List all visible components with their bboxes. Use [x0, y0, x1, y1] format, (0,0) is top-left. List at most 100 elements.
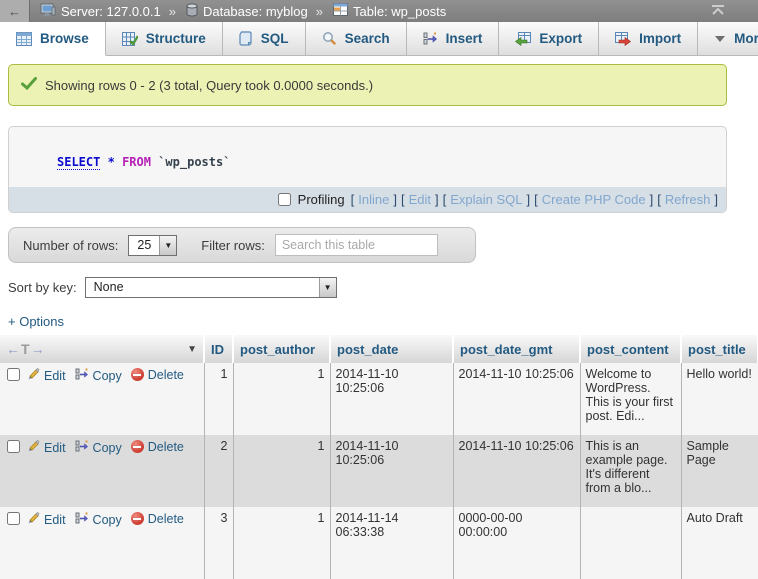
cell-post-title: Sample Page: [681, 435, 758, 507]
refresh-link[interactable]: Refresh: [665, 192, 711, 207]
row-actions: Edit Copy Delete: [0, 363, 204, 435]
inline-link[interactable]: Inline: [358, 192, 389, 207]
cell-post-title: Auto Draft: [681, 507, 758, 579]
explain-sql-link[interactable]: Explain SQL: [450, 192, 522, 207]
tab-browse[interactable]: Browse: [0, 22, 106, 56]
breadcrumb-table[interactable]: Table: wp_posts: [333, 3, 446, 19]
edit-row-link[interactable]: Edit: [44, 369, 66, 383]
delete-row-link[interactable]: Delete: [148, 440, 184, 454]
tab-label: Search: [345, 31, 390, 46]
options-toggle-link[interactable]: + Options: [8, 314, 64, 329]
database-icon: [186, 3, 198, 20]
delete-icon: [131, 368, 144, 381]
chevron-down-icon: ▼: [159, 236, 176, 255]
copy-icon: [75, 439, 89, 456]
filter-rows-label: Filter rows:: [201, 238, 265, 253]
row-actions: Edit Copy Delete: [0, 435, 204, 507]
results-controls-bar: Number of rows: 25 ▼ Filter rows:: [8, 227, 476, 263]
copy-row-link[interactable]: Copy: [93, 441, 122, 455]
cell-post-date: 2014-11-10 10:25:06: [330, 435, 453, 507]
results-table: ←T→ ▼ ID post_author post_date post_date…: [0, 335, 758, 579]
cell-post-date-gmt: 2014-11-10 10:25:06: [453, 435, 580, 507]
profiling-checkbox[interactable]: [278, 193, 291, 206]
sort-by-key-select[interactable]: None ▼: [85, 277, 337, 298]
table-tab-bar: Browse Structure SQL Search Insert Expor…: [0, 22, 758, 56]
transpose-icon[interactable]: ←T→: [6, 341, 46, 357]
chevron-down-icon: [714, 35, 726, 43]
create-php-code-link[interactable]: Create PHP Code: [542, 192, 646, 207]
cell-id: 3: [204, 507, 233, 579]
column-visibility-icon[interactable]: ▼: [187, 344, 197, 355]
delete-row-link[interactable]: Delete: [148, 512, 184, 526]
edit-sql-link[interactable]: Edit: [409, 192, 431, 207]
tab-search[interactable]: Search: [306, 22, 407, 55]
cell-id: 1: [204, 363, 233, 435]
tab-more[interactable]: More: [698, 22, 758, 55]
breadcrumb-table-label: Table: wp_posts: [353, 4, 446, 19]
tab-label: SQL: [261, 31, 289, 46]
cell-id: 2: [204, 435, 233, 507]
table-icon: [333, 3, 348, 19]
cell-post-date: 2014-11-10 10:25:06: [330, 363, 453, 435]
status-message: Showing rows 0 - 2 (3 total, Query took …: [8, 64, 727, 106]
row-checkbox[interactable]: [7, 440, 20, 453]
tab-import[interactable]: Import: [599, 22, 698, 55]
tab-label: Insert: [446, 31, 483, 46]
sql-query-box: SELECT * FROM `wp_posts` Profiling [ Inl…: [8, 126, 727, 213]
table-row: EditCopyDelete 3 1 2014-11-14 06:33:38 0…: [0, 507, 758, 579]
breadcrumb: ← Server: 127.0.0.1 » Database: myblog »…: [0, 0, 758, 22]
tab-label: Browse: [40, 31, 89, 46]
breadcrumb-server[interactable]: Server: 127.0.0.1: [40, 3, 161, 20]
copy-row-link[interactable]: Copy: [93, 369, 122, 383]
column-header-post-title[interactable]: post_title: [681, 335, 758, 363]
cell-post-date-gmt: 2014-11-10 10:25:06: [453, 363, 580, 435]
browse-table-icon: [16, 32, 32, 46]
cell-post-date-gmt: 0000-00-00 00:00:00: [453, 507, 580, 579]
back-arrow-button[interactable]: ←: [0, 0, 30, 22]
cell-post-content: [580, 507, 681, 579]
collapse-console-icon[interactable]: [710, 3, 726, 20]
tab-insert[interactable]: Insert: [407, 22, 500, 55]
cell-post-content: Welcome to WordPress. This is your first…: [580, 363, 681, 435]
breadcrumb-separator: »: [169, 4, 176, 19]
number-of-rows-select[interactable]: 25 ▼: [128, 235, 177, 256]
copy-row-link[interactable]: Copy: [93, 513, 122, 527]
server-icon: [40, 3, 56, 20]
sql-toolbar: Profiling [ Inline ] [ Edit ] [ Explain …: [9, 187, 726, 212]
column-header-post-content[interactable]: post_content: [580, 335, 681, 363]
table-header-row: ←T→ ▼ ID post_author post_date post_date…: [0, 335, 758, 363]
tab-label: Import: [639, 31, 681, 46]
column-header-post-date-gmt[interactable]: post_date_gmt: [453, 335, 580, 363]
table-row: EditCopyDelete 1 1 2014-11-10 10:25:06 2…: [0, 363, 758, 435]
breadcrumb-separator: »: [316, 4, 323, 19]
column-header-post-author[interactable]: post_author: [233, 335, 330, 363]
number-of-rows-label: Number of rows:: [23, 238, 118, 253]
column-header-id[interactable]: ID: [204, 335, 233, 363]
tab-structure[interactable]: Structure: [106, 22, 223, 55]
sql-icon: [239, 31, 253, 46]
edit-row-link[interactable]: Edit: [44, 441, 66, 455]
structure-icon: [122, 32, 138, 46]
sql-keyword-select[interactable]: SELECT: [57, 155, 100, 170]
tab-sql[interactable]: SQL: [223, 22, 306, 55]
search-icon: [322, 31, 337, 46]
edit-pencil-icon: [26, 367, 40, 384]
edit-pencil-icon: [26, 511, 40, 528]
sort-by-key-label: Sort by key:: [8, 280, 77, 295]
insert-icon: [423, 31, 438, 46]
sort-row: Sort by key: None ▼: [8, 277, 758, 298]
cell-post-author: 1: [233, 435, 330, 507]
success-check-icon: [21, 77, 37, 93]
profiling-label: Profiling: [298, 192, 345, 207]
filter-rows-input[interactable]: [275, 234, 438, 256]
cell-post-title: Hello world!: [681, 363, 758, 435]
row-checkbox[interactable]: [7, 512, 20, 525]
breadcrumb-database[interactable]: Database: myblog: [186, 3, 308, 20]
copy-icon: [75, 511, 89, 528]
tab-export[interactable]: Export: [499, 22, 599, 55]
row-checkbox[interactable]: [7, 368, 20, 381]
cell-post-date: 2014-11-14 06:33:38: [330, 507, 453, 579]
edit-row-link[interactable]: Edit: [44, 513, 66, 527]
delete-row-link[interactable]: Delete: [148, 368, 184, 382]
column-header-post-date[interactable]: post_date: [330, 335, 453, 363]
